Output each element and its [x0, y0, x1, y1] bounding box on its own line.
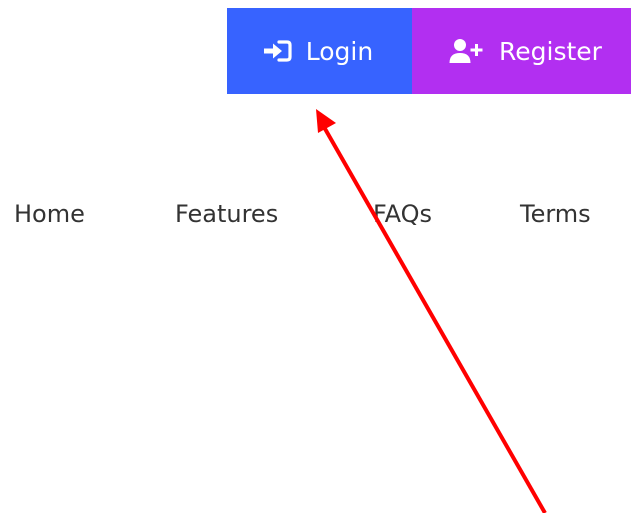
arrow-head [316, 109, 336, 133]
main-nav: Home Features FAQs Terms [0, 197, 631, 231]
register-button[interactable]: Register [412, 8, 631, 94]
nav-item-terms[interactable]: Terms [520, 197, 591, 231]
register-label: Register [499, 36, 602, 66]
sign-in-icon [262, 39, 292, 63]
arrow-shaft [322, 126, 547, 513]
auth-bar: Login Register [227, 8, 631, 94]
nav-item-features[interactable]: Features [175, 197, 278, 231]
login-label: Login [305, 36, 374, 66]
nav-item-faqs[interactable]: FAQs [373, 197, 432, 231]
nav-item-home[interactable]: Home [14, 197, 85, 231]
login-button[interactable]: Login [227, 8, 412, 94]
user-plus-icon [449, 38, 485, 64]
